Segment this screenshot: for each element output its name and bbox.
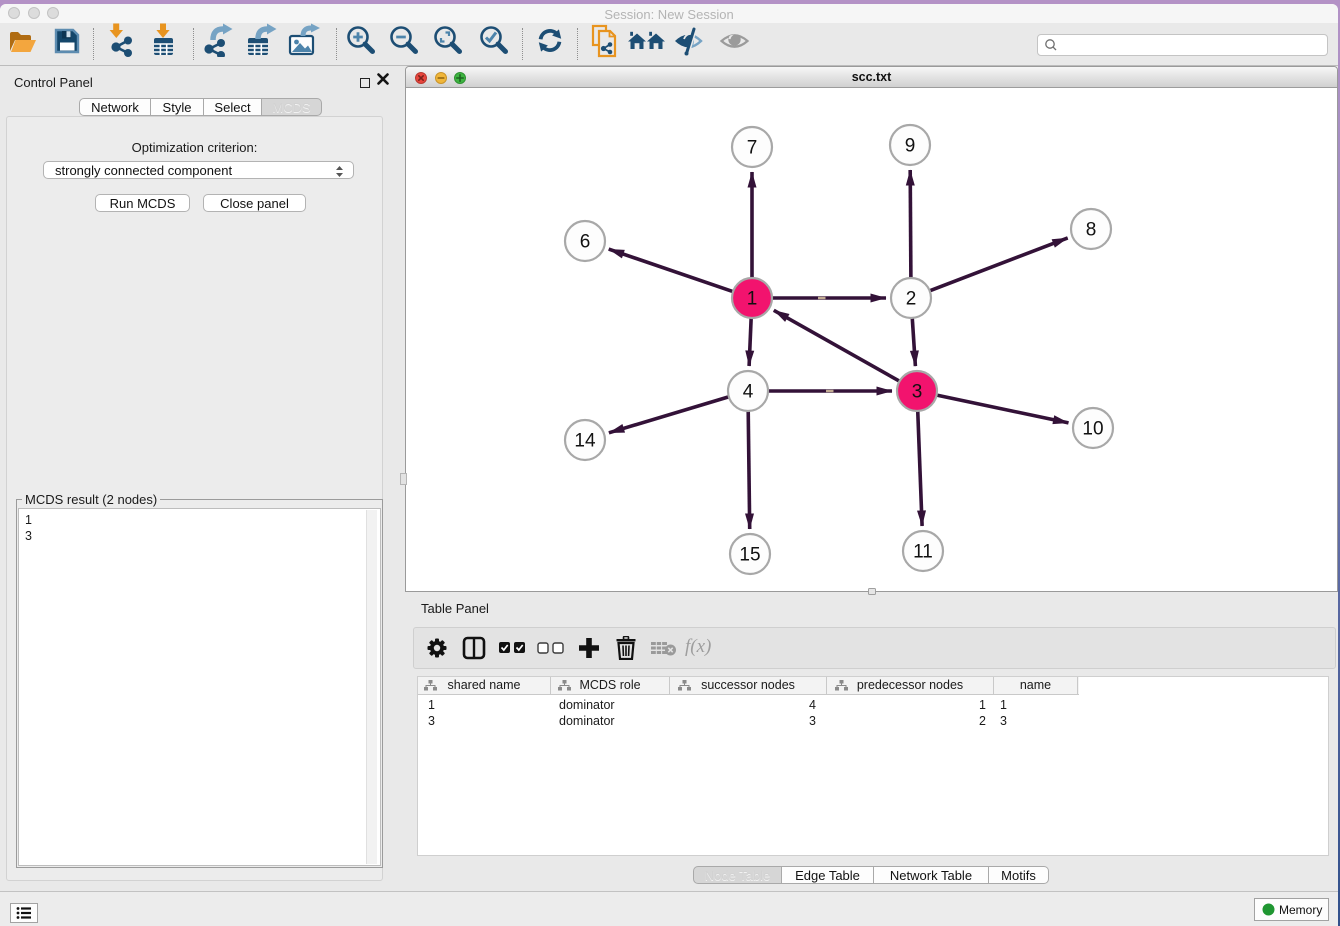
svg-text:14: 14	[574, 431, 596, 452]
svg-text:3: 3	[912, 382, 923, 403]
svg-text:2: 2	[906, 289, 917, 310]
svg-text:10: 10	[1082, 419, 1103, 440]
svg-text:9: 9	[905, 136, 916, 157]
svg-text:1: 1	[747, 289, 758, 310]
svg-text:4: 4	[743, 382, 754, 403]
svg-text:8: 8	[1086, 220, 1097, 241]
svg-text:15: 15	[739, 545, 760, 566]
svg-text:6: 6	[580, 232, 591, 253]
svg-text:11: 11	[913, 542, 933, 563]
svg-text:7: 7	[747, 138, 758, 159]
